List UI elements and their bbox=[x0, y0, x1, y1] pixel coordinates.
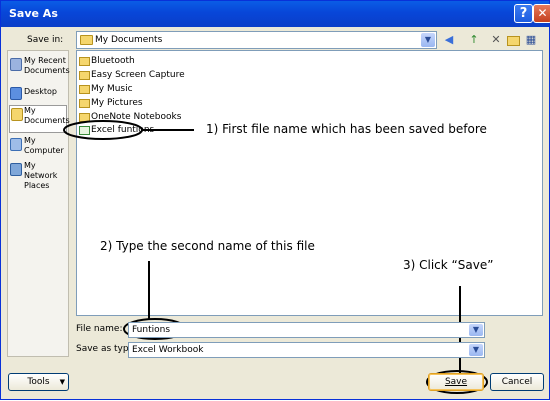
cancel-button[interactable]: Cancel bbox=[490, 373, 544, 391]
place-my-documents[interactable]: My Documents bbox=[9, 105, 70, 133]
save-label: Save bbox=[444, 377, 468, 387]
tools-label: Tools bbox=[27, 377, 50, 387]
folder-icon bbox=[79, 113, 90, 122]
chevron-down-icon[interactable]: ▼ bbox=[421, 33, 435, 47]
save-in-value: My Documents bbox=[95, 35, 163, 45]
chevron-down-icon: ▼ bbox=[59, 378, 65, 386]
file-name: OneNote Notebooks bbox=[91, 112, 182, 122]
place-label: My Documents bbox=[24, 106, 70, 125]
file-name: Bluetooth bbox=[91, 56, 135, 66]
views-menu-button[interactable]: ▦ bbox=[522, 32, 540, 48]
annotation-step-1: 1) First file name which has been saved … bbox=[206, 122, 487, 136]
back-button[interactable]: ◀ bbox=[442, 32, 456, 48]
new-folder-button[interactable] bbox=[506, 32, 520, 48]
window-title: Save As bbox=[9, 7, 58, 20]
file-name: My Pictures bbox=[91, 98, 143, 108]
excel-file-icon bbox=[79, 126, 90, 135]
folder-icon bbox=[80, 35, 93, 45]
file-name-field[interactable]: Funtions ▼ bbox=[128, 322, 485, 338]
close-button[interactable]: ✕ bbox=[533, 4, 550, 23]
save-as-type-value: Excel Workbook bbox=[132, 345, 204, 355]
file-list[interactable]: Bluetooth Easy Screen Capture My Music M… bbox=[76, 50, 543, 316]
save-button[interactable]: Save bbox=[428, 373, 484, 391]
delete-button[interactable]: ✕ bbox=[489, 32, 503, 48]
network-places-icon bbox=[10, 163, 22, 176]
file-name: My Music bbox=[91, 84, 133, 94]
pictures-folder-icon bbox=[79, 99, 90, 108]
file-name: Excel funtions bbox=[91, 125, 155, 135]
new-folder-icon bbox=[507, 36, 520, 46]
folder-icon bbox=[79, 71, 90, 80]
save-in-combo[interactable]: My Documents ▼ bbox=[76, 31, 437, 49]
cancel-label: Cancel bbox=[501, 377, 533, 387]
place-desktop[interactable]: Desktop bbox=[9, 85, 67, 100]
chevron-down-icon[interactable]: ▼ bbox=[469, 324, 483, 336]
my-documents-icon bbox=[11, 108, 23, 121]
place-label: Desktop bbox=[24, 87, 57, 96]
save-in-label: Save in: bbox=[27, 35, 64, 45]
file-name-value: Funtions bbox=[132, 325, 171, 335]
file-name-label: File name: bbox=[76, 324, 123, 334]
place-label: My Recent Documents bbox=[24, 56, 70, 75]
tools-button[interactable]: Tools ▼ bbox=[8, 373, 69, 391]
music-folder-icon bbox=[79, 85, 90, 94]
chevron-down-icon[interactable]: ▼ bbox=[469, 344, 483, 356]
annotation-step-3: 3) Click “Save” bbox=[403, 258, 494, 272]
annotation-step-2: 2) Type the second name of this file bbox=[100, 239, 315, 253]
up-folder-button[interactable]: ↑ bbox=[467, 32, 481, 48]
help-button[interactable]: ? bbox=[514, 4, 533, 23]
my-computer-icon bbox=[10, 138, 22, 151]
file-name: Easy Screen Capture bbox=[91, 70, 185, 80]
place-my-computer[interactable]: My Computer bbox=[9, 136, 67, 160]
folder-icon bbox=[79, 57, 90, 66]
place-my-recent-documents[interactable]: My Recent Documents bbox=[9, 56, 70, 82]
desktop-icon bbox=[10, 87, 22, 100]
save-as-type-select[interactable]: Excel Workbook ▼ bbox=[128, 342, 485, 358]
title-bar: Save As ? ✕ bbox=[1, 1, 550, 27]
places-bar: My Recent Documents Desktop My Documents… bbox=[7, 50, 70, 357]
place-my-network-places[interactable]: My Network Places bbox=[9, 161, 67, 190]
recent-documents-icon bbox=[10, 58, 22, 71]
place-label: My Computer bbox=[24, 136, 64, 155]
save-as-dialog: Save As ? ✕ Save in: My Documents ▼ ◀ ↑ … bbox=[0, 0, 550, 400]
place-label: My Network Places bbox=[24, 161, 58, 190]
